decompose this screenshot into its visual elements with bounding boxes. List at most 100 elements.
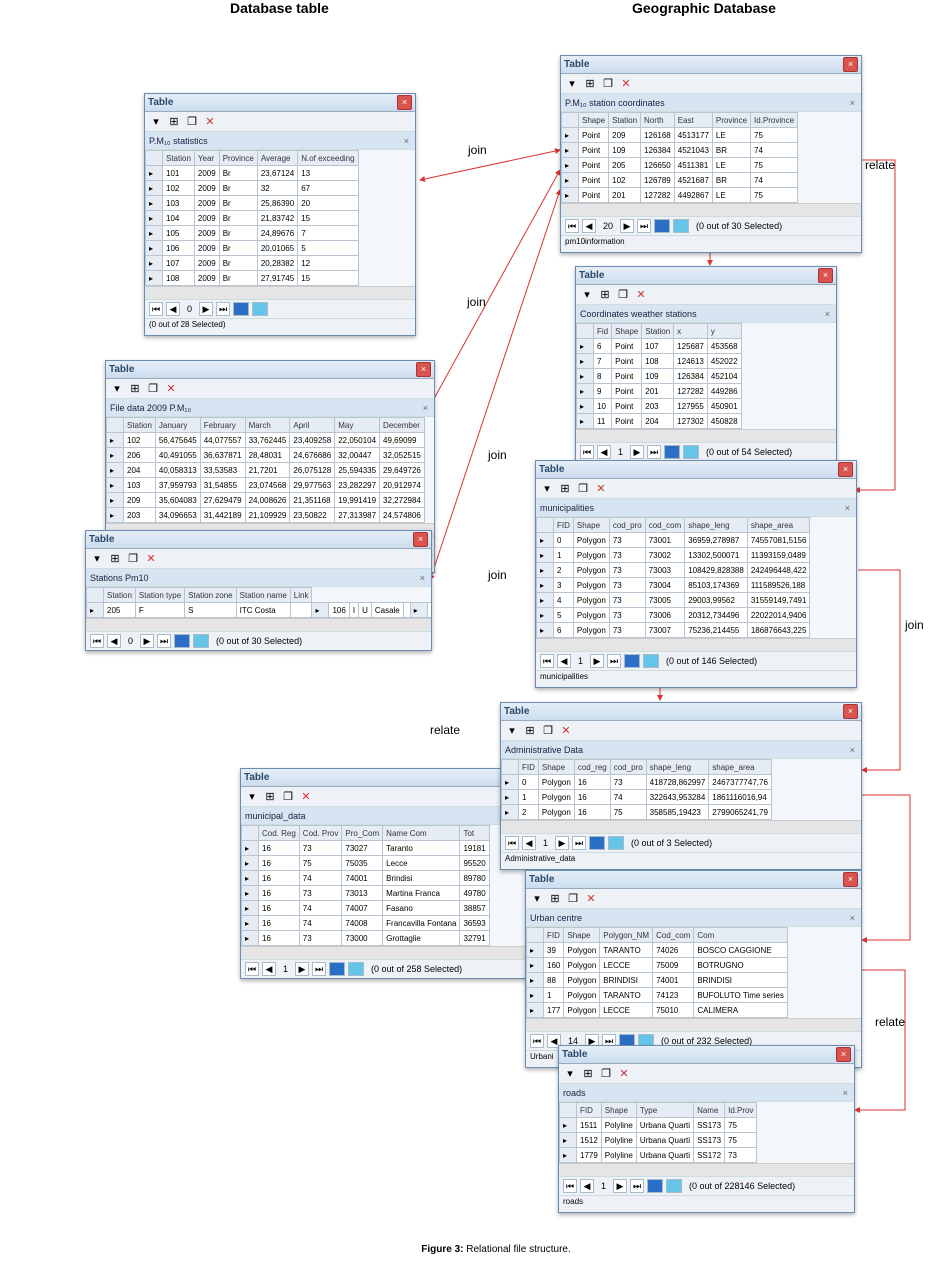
view-selected-icon[interactable] (348, 962, 364, 976)
view-all-icon[interactable] (589, 836, 605, 850)
cell[interactable]: 73 (725, 1148, 757, 1163)
cell[interactable]: 2009 (194, 226, 219, 241)
cell[interactable]: 32,272984 (380, 493, 425, 508)
table-row[interactable]: ▸Point2011272824492867LE75 (562, 188, 798, 203)
table-row[interactable]: ▸5Polygon737300620312,73449622022014,940… (537, 608, 810, 623)
cell[interactable]: 6 (594, 339, 612, 354)
last-icon[interactable]: ⏭ (216, 302, 230, 316)
cell[interactable]: 21,7201 (245, 463, 290, 478)
cell[interactable]: 13302,500071 (685, 548, 748, 563)
cell[interactable]: 10 (594, 399, 612, 414)
cell[interactable]: Polyline (601, 1148, 636, 1163)
cell[interactable]: 7 (594, 354, 612, 369)
cell[interactable]: 126384 (641, 143, 675, 158)
column-header[interactable]: Shape (564, 928, 600, 943)
column-header[interactable]: N.of exceeding (298, 151, 358, 166)
table-row[interactable]: ▸167373000Grottaglie32791 (242, 931, 490, 946)
scrollbar[interactable] (86, 618, 431, 631)
table-row[interactable]: ▸167474008Francavilla Fontana36593 (242, 916, 490, 931)
cell[interactable] (290, 603, 312, 618)
table-row[interactable]: ▸167575035Lecce95520 (242, 856, 490, 871)
table-row[interactable]: ▸1PolygonTARANTO74123BUFOLUTO Time serie… (527, 988, 788, 1003)
cell[interactable]: 322643,953284 (646, 790, 709, 805)
first-icon[interactable]: ⏮ (245, 962, 259, 976)
cell[interactable]: Polygon (573, 608, 609, 623)
data-grid[interactable]: Cod. RegCod. ProvPro_ComName ComTot▸1673… (241, 825, 531, 946)
cell[interactable]: Polygon (538, 790, 574, 805)
cell[interactable]: Br (219, 166, 257, 181)
cell[interactable]: 35,604083 (155, 493, 200, 508)
table-row[interactable]: ▸1082009Br27,9174515 (146, 271, 359, 286)
copy-icon[interactable]: ❐ (599, 1067, 613, 1081)
cell[interactable]: 33,53583 (200, 463, 245, 478)
cell[interactable]: 124613 (674, 354, 708, 369)
cell[interactable]: 29,649726 (380, 463, 425, 478)
copy-icon[interactable]: ❐ (601, 77, 615, 91)
copy-icon[interactable]: ❐ (126, 552, 140, 566)
close-panel-icon[interactable]: × (418, 573, 427, 583)
cell[interactable]: 22,050104 (335, 433, 380, 448)
next-icon[interactable]: ▶ (630, 445, 644, 459)
cell[interactable]: U (359, 603, 372, 618)
last-icon[interactable]: ⏭ (637, 219, 651, 233)
table-row[interactable]: ▸160PolygonLECCE75009BOTRUGNO (527, 958, 788, 973)
cell[interactable]: 74 (299, 916, 342, 931)
close-panel-icon[interactable]: × (402, 136, 411, 146)
view-selected-icon[interactable] (673, 219, 689, 233)
tool-icon[interactable]: ⊞ (583, 77, 597, 91)
cell[interactable]: Polyline (601, 1118, 636, 1133)
cell[interactable]: 40,058313 (155, 463, 200, 478)
cell[interactable]: Point (612, 414, 642, 429)
cell[interactable]: 75 (725, 1133, 757, 1148)
table-row[interactable]: ▸20935,60408327,62947924,00862621,351168… (107, 493, 425, 508)
scrollbar[interactable] (559, 1163, 854, 1176)
close-panel-icon[interactable]: × (843, 503, 852, 513)
table-row[interactable]: ▸20440,05831333,5358321,720126,07512825,… (107, 463, 425, 478)
cell[interactable]: 36,637871 (200, 448, 245, 463)
cell[interactable]: 74026 (653, 943, 694, 958)
tool-icon[interactable]: ⊞ (598, 288, 612, 302)
cell[interactable]: 204 (124, 463, 156, 478)
cell[interactable]: Point (579, 143, 609, 158)
delete-icon[interactable]: ✕ (144, 552, 158, 566)
column-header[interactable]: Polygon_NM (600, 928, 653, 943)
cell[interactable]: BR (712, 143, 750, 158)
cell[interactable]: Point (579, 158, 609, 173)
cell[interactable]: 73 (610, 775, 646, 790)
data-grid[interactable]: FIDShapecod_procod_comshape_lengshape_ar… (536, 517, 856, 638)
tool-icon[interactable]: ⊞ (167, 115, 181, 129)
table-row[interactable]: ▸20640,49105536,63787128,4803124,6766863… (107, 448, 425, 463)
cell[interactable]: 1861116016,94 (709, 790, 772, 805)
column-header[interactable]: x (674, 324, 708, 339)
cell[interactable]: 88 (544, 973, 564, 988)
cell[interactable]: 28,48031 (245, 448, 290, 463)
cell[interactable]: 0 (554, 533, 574, 548)
column-header[interactable]: Id.Province (751, 113, 798, 128)
cell[interactable]: 358585,19423 (646, 805, 709, 820)
cell[interactable]: 209 (609, 128, 641, 143)
first-icon[interactable]: ⏮ (149, 302, 163, 316)
cell[interactable]: Francavilla Fontana (383, 916, 460, 931)
cell[interactable]: Polygon (564, 1003, 600, 1018)
cell[interactable]: 26,075128 (290, 463, 335, 478)
cell[interactable]: 201 (642, 384, 674, 399)
cell[interactable]: Point (612, 369, 642, 384)
first-icon[interactable]: ⏮ (530, 1034, 544, 1048)
cell[interactable]: TARANTO (600, 943, 653, 958)
table-row[interactable]: ▸4Polygon737300529003,9956231559149,7491 (537, 593, 810, 608)
cell[interactable]: 74008 (342, 916, 383, 931)
close-icon[interactable]: × (843, 57, 858, 72)
cell[interactable]: Br (219, 226, 257, 241)
delete-icon[interactable]: ✕ (594, 482, 608, 496)
cell[interactable]: 32791 (460, 931, 489, 946)
column-header[interactable]: Station name (236, 588, 290, 603)
cell[interactable]: 73 (609, 533, 645, 548)
view-all-icon[interactable] (654, 219, 670, 233)
prev-icon[interactable]: ◀ (580, 1179, 594, 1193)
cell[interactable]: 204 (642, 414, 674, 429)
menu-icon[interactable]: ▾ (563, 1067, 577, 1081)
cell[interactable]: Polygon (538, 805, 574, 820)
column-header[interactable]: Station zone (185, 588, 236, 603)
cell[interactable]: 74007 (342, 901, 383, 916)
copy-icon[interactable]: ❐ (576, 482, 590, 496)
